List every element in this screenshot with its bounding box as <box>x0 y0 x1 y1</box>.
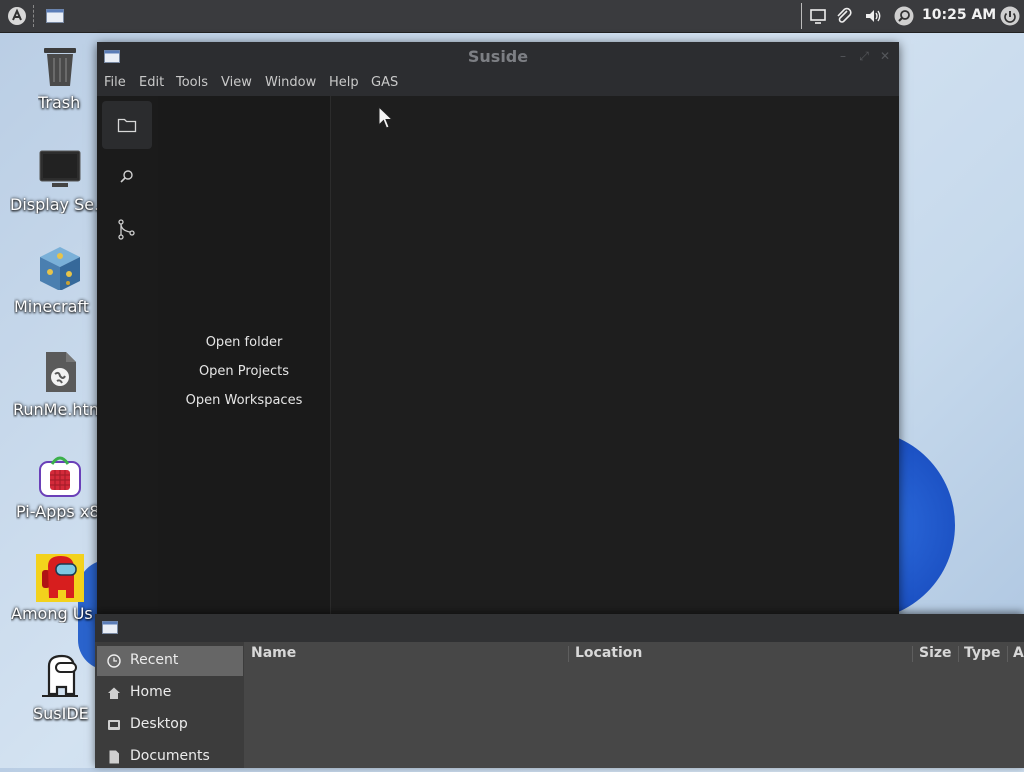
source-control-icon <box>118 219 135 240</box>
volume-icon <box>866 10 881 22</box>
desktop-icon-label: RunMe.htm <box>13 400 103 419</box>
panel-separator <box>801 3 802 29</box>
clipboard-tray-button[interactable] <box>834 6 854 26</box>
file-list[interactable]: Name Location Size Type A <box>244 642 1024 768</box>
window-app-icon <box>102 621 118 634</box>
menu-bar: File Edit Tools View Window Help GAS <box>97 70 899 96</box>
trash-icon <box>44 48 76 86</box>
app-menu-button[interactable] <box>6 5 28 27</box>
place-desktop[interactable]: Desktop <box>97 710 243 740</box>
menu-tools[interactable]: Tools <box>176 75 208 90</box>
column-header-accessed[interactable]: A <box>1013 645 1024 661</box>
desktop-icon-label: Minecraft <box>14 297 90 316</box>
open-workspaces-link[interactable]: Open Workspaces <box>158 393 330 408</box>
screen-tray-button[interactable] <box>808 6 828 26</box>
column-separator <box>958 646 959 662</box>
desktop-icon <box>108 720 120 730</box>
place-label: Documents <box>130 748 210 764</box>
file-dialog-window: Recent Home Desktop Documents Name Locat… <box>95 614 1024 768</box>
minecraft-icon <box>40 247 80 290</box>
explorer-sidebar: Open folder Open Projects Open Workspace… <box>158 96 331 617</box>
menu-help[interactable]: Help <box>329 75 359 90</box>
top-panel: 10:25 AM <box>0 0 1024 33</box>
menu-edit[interactable]: Edit <box>139 75 164 90</box>
among-us-icon <box>36 554 84 602</box>
file-dialog-titlebar[interactable] <box>95 614 1024 642</box>
suside-window: Suside – ⤢ ✕ File Edit Tools View Window… <box>97 42 899 617</box>
mouse-cursor-icon <box>378 106 394 129</box>
place-label: Desktop <box>130 716 188 732</box>
desktop-icon-label: Pi-Apps x8 <box>16 502 100 521</box>
menu-window[interactable]: Window <box>265 75 316 90</box>
menu-gas[interactable]: GAS <box>371 75 398 90</box>
column-separator <box>568 646 569 662</box>
window-title: Suside <box>467 47 529 66</box>
paperclip-icon <box>837 7 852 23</box>
screen-icon <box>810 9 826 24</box>
clock[interactable]: 10:25 AM <box>922 7 996 23</box>
html-file-icon <box>46 352 76 392</box>
search-tray-button[interactable] <box>894 6 914 26</box>
activity-bar <box>97 96 158 617</box>
open-folder-link[interactable]: Open folder <box>158 335 330 350</box>
place-recent[interactable]: Recent <box>97 646 243 676</box>
menu-view[interactable]: View <box>221 75 252 90</box>
window-icon <box>46 9 64 23</box>
explorer-button[interactable] <box>102 101 152 149</box>
places-sidebar: Recent Home Desktop Documents <box>95 642 244 768</box>
search-icon <box>894 6 914 26</box>
search-icon <box>120 170 133 183</box>
power-tray-button[interactable] <box>1000 6 1020 26</box>
menu-file[interactable]: File <box>104 75 126 90</box>
folder-icon <box>117 118 137 133</box>
column-header-size[interactable]: Size <box>919 645 952 661</box>
home-icon <box>108 687 120 699</box>
column-separator <box>912 646 913 662</box>
place-home[interactable]: Home <box>97 678 243 708</box>
maximize-button[interactable]: ⤢ <box>857 49 871 63</box>
minimize-button[interactable]: – <box>836 49 850 63</box>
clock-icon <box>107 654 121 668</box>
column-header-name[interactable]: Name <box>251 645 296 661</box>
editor-area[interactable] <box>331 96 899 617</box>
volume-tray-button[interactable] <box>863 6 883 26</box>
taskbar-window-button[interactable] <box>46 8 64 23</box>
power-icon <box>1000 6 1020 26</box>
panel-separator <box>33 5 34 27</box>
monitor-icon <box>39 150 81 187</box>
source-control-button[interactable] <box>102 205 152 253</box>
desktop-icon-label: Display Se... <box>10 195 100 214</box>
place-label: Home <box>130 684 172 700</box>
document-icon <box>109 750 119 764</box>
column-separator <box>1007 646 1008 662</box>
place-label: Recent <box>130 652 179 668</box>
window-titlebar[interactable]: Suside – ⤢ ✕ <box>97 42 899 70</box>
column-header-type[interactable]: Type <box>964 645 1001 661</box>
menu-logo-icon <box>8 7 26 25</box>
search-button[interactable] <box>102 153 152 201</box>
pi-apps-icon <box>39 456 81 497</box>
suside-icon <box>42 654 78 697</box>
column-header-location[interactable]: Location <box>575 645 642 661</box>
open-projects-link[interactable]: Open Projects <box>158 364 330 379</box>
desktop-icon-label: Among Us <box>11 604 93 623</box>
close-button[interactable]: ✕ <box>878 49 892 63</box>
